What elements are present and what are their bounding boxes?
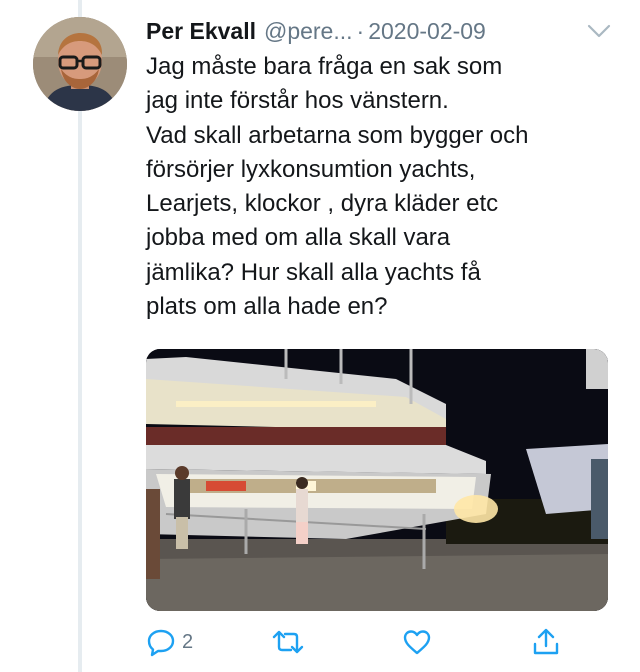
avatar[interactable] <box>33 17 127 111</box>
tweet-text: Jag måste bara fråga en sak som jag inte… <box>146 53 529 321</box>
tweet-media-image[interactable] <box>146 349 608 611</box>
reply-button[interactable]: 2 <box>146 622 193 662</box>
tweet-header: Per Ekvall @pere... · 2020-02-09 <box>146 13 616 49</box>
reply-count: 2 <box>182 630 194 653</box>
avatar-photo <box>33 17 127 111</box>
chevron-down-icon[interactable] <box>586 21 612 41</box>
share-icon <box>531 627 561 657</box>
tweet-actions: 2 <box>146 622 608 662</box>
tweet-date[interactable]: 2020-02-09 <box>368 18 486 45</box>
separator-dot: · <box>356 17 365 44</box>
retweet-icon <box>271 627 305 657</box>
display-name[interactable]: Per Ekvall <box>146 18 256 45</box>
retweet-button[interactable] <box>271 622 305 662</box>
share-button[interactable] <box>531 622 561 662</box>
yacht-photo <box>146 349 608 611</box>
username-handle[interactable]: @pere... <box>264 18 353 45</box>
reply-icon <box>146 627 176 657</box>
like-button[interactable] <box>402 622 432 662</box>
heart-icon <box>402 627 432 657</box>
